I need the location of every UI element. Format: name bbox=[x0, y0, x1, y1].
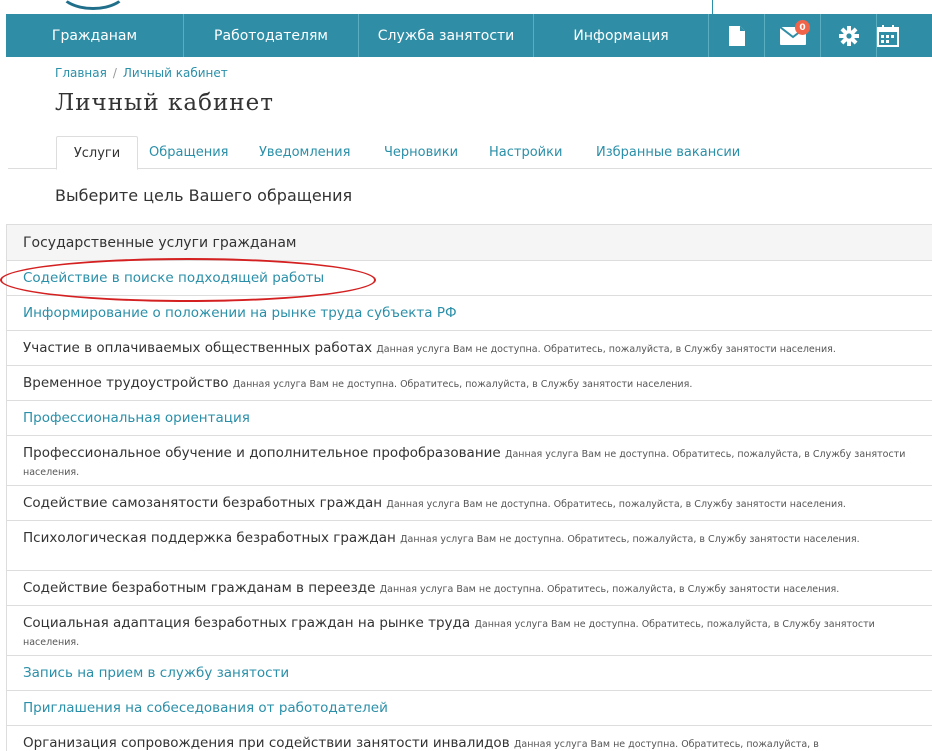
service-row: Содействие безработным гражданам в перее… bbox=[7, 571, 932, 606]
service-row: Содействие самозанятости безработных гра… bbox=[7, 486, 932, 521]
service-name: Социальная адаптация безработных граждан… bbox=[23, 615, 471, 631]
unavailable-note: Данная услуга Вам не доступна. Обратитес… bbox=[379, 584, 840, 595]
gear-icon[interactable] bbox=[821, 14, 877, 57]
service-name: Психологическая поддержка безработных гр… bbox=[23, 530, 396, 546]
tab-favorite-vacancies[interactable]: Избранные вакансии bbox=[596, 136, 740, 169]
service-link[interactable]: Содействие в поиске подходящей работы bbox=[23, 270, 324, 286]
nav-employment-service[interactable]: Служба занятости bbox=[359, 14, 534, 57]
service-name: Содействие самозанятости безработных гра… bbox=[23, 495, 383, 511]
service-row[interactable]: Информирование о положении на рынке труд… bbox=[7, 296, 932, 331]
service-name: Организация сопровождения при содействии… bbox=[23, 735, 510, 751]
service-row: Участие в оплачиваемых общественных рабо… bbox=[7, 331, 932, 366]
logo bbox=[58, 0, 128, 10]
breadcrumb-current[interactable]: Личный кабинет bbox=[123, 66, 228, 80]
service-row: Психологическая поддержка безработных гр… bbox=[7, 521, 932, 571]
tab-bar: Услуги Обращения Уведомления Черновики Н… bbox=[8, 136, 932, 170]
tab-settings[interactable]: Настройки bbox=[489, 136, 562, 169]
unavailable-note: Данная услуга Вам не доступна. Обратитес… bbox=[513, 739, 819, 750]
unavailable-note: Данная услуга Вам не доступна. Обратитес… bbox=[400, 534, 860, 545]
main-navbar: Гражданам Работодателям Служба занятости… bbox=[6, 14, 932, 57]
tab-notifications[interactable]: Уведомления bbox=[259, 136, 350, 169]
service-row[interactable]: Содействие в поиске подходящей работы bbox=[7, 261, 932, 296]
tab-requests[interactable]: Обращения bbox=[149, 136, 228, 169]
service-name: Профессиональное обучение и дополнительн… bbox=[23, 445, 501, 461]
nav-citizens[interactable]: Гражданам bbox=[6, 14, 184, 57]
mail-badge: 0 bbox=[795, 20, 810, 35]
divider bbox=[712, 0, 713, 14]
service-row[interactable]: Запись на прием в службу занятости bbox=[7, 656, 932, 691]
tab-services[interactable]: Услуги bbox=[56, 136, 138, 170]
page-title: Личный кабинет bbox=[55, 90, 274, 116]
service-link[interactable]: Информирование о положении на рынке труд… bbox=[23, 305, 457, 321]
section-subtitle: Выберите цель Вашего обращения bbox=[55, 186, 353, 205]
services-panel: Государственные услуги гражданам Содейст… bbox=[6, 224, 932, 751]
tab-drafts[interactable]: Черновики bbox=[384, 136, 458, 169]
service-row: Организация сопровождения при содействии… bbox=[7, 726, 932, 751]
service-name: Временное трудоустройство bbox=[23, 375, 229, 391]
service-link[interactable]: Приглашения на собеседования от работода… bbox=[23, 700, 388, 716]
mail-icon[interactable]: 0 bbox=[765, 14, 821, 57]
nav-information[interactable]: Информация bbox=[534, 14, 709, 57]
service-row[interactable]: Профессиональная ориентация bbox=[7, 401, 932, 436]
service-row[interactable]: Приглашения на собеседования от работода… bbox=[7, 691, 932, 726]
calendar-icon[interactable] bbox=[877, 14, 907, 57]
service-row: Социальная адаптация безработных граждан… bbox=[7, 606, 932, 656]
service-link[interactable]: Профессиональная ориентация bbox=[23, 410, 250, 426]
unavailable-note: Данная услуга Вам не доступна. Обратитес… bbox=[232, 379, 693, 390]
top-strip bbox=[0, 0, 932, 14]
unavailable-note: Данная услуга Вам не доступна. Обратитес… bbox=[386, 499, 846, 510]
document-icon[interactable] bbox=[709, 14, 765, 57]
breadcrumb-home-link[interactable]: Главная bbox=[55, 66, 107, 80]
panel-title: Государственные услуги гражданам bbox=[7, 225, 932, 261]
nav-employers[interactable]: Работодателям bbox=[184, 14, 359, 57]
service-name: Содействие безработным гражданам в перее… bbox=[23, 580, 376, 596]
breadcrumb-separator: / bbox=[112, 66, 117, 80]
breadcrumb: Главная / Личный кабинет bbox=[55, 66, 228, 80]
service-name: Участие в оплачиваемых общественных рабо… bbox=[23, 340, 373, 356]
service-row: Профессиональное обучение и дополнительн… bbox=[7, 436, 932, 486]
service-row: Временное трудоустройство Данная услуга … bbox=[7, 366, 932, 401]
service-link[interactable]: Запись на прием в службу занятости bbox=[23, 665, 289, 681]
unavailable-note: Данная услуга Вам не доступна. Обратитес… bbox=[376, 344, 836, 355]
